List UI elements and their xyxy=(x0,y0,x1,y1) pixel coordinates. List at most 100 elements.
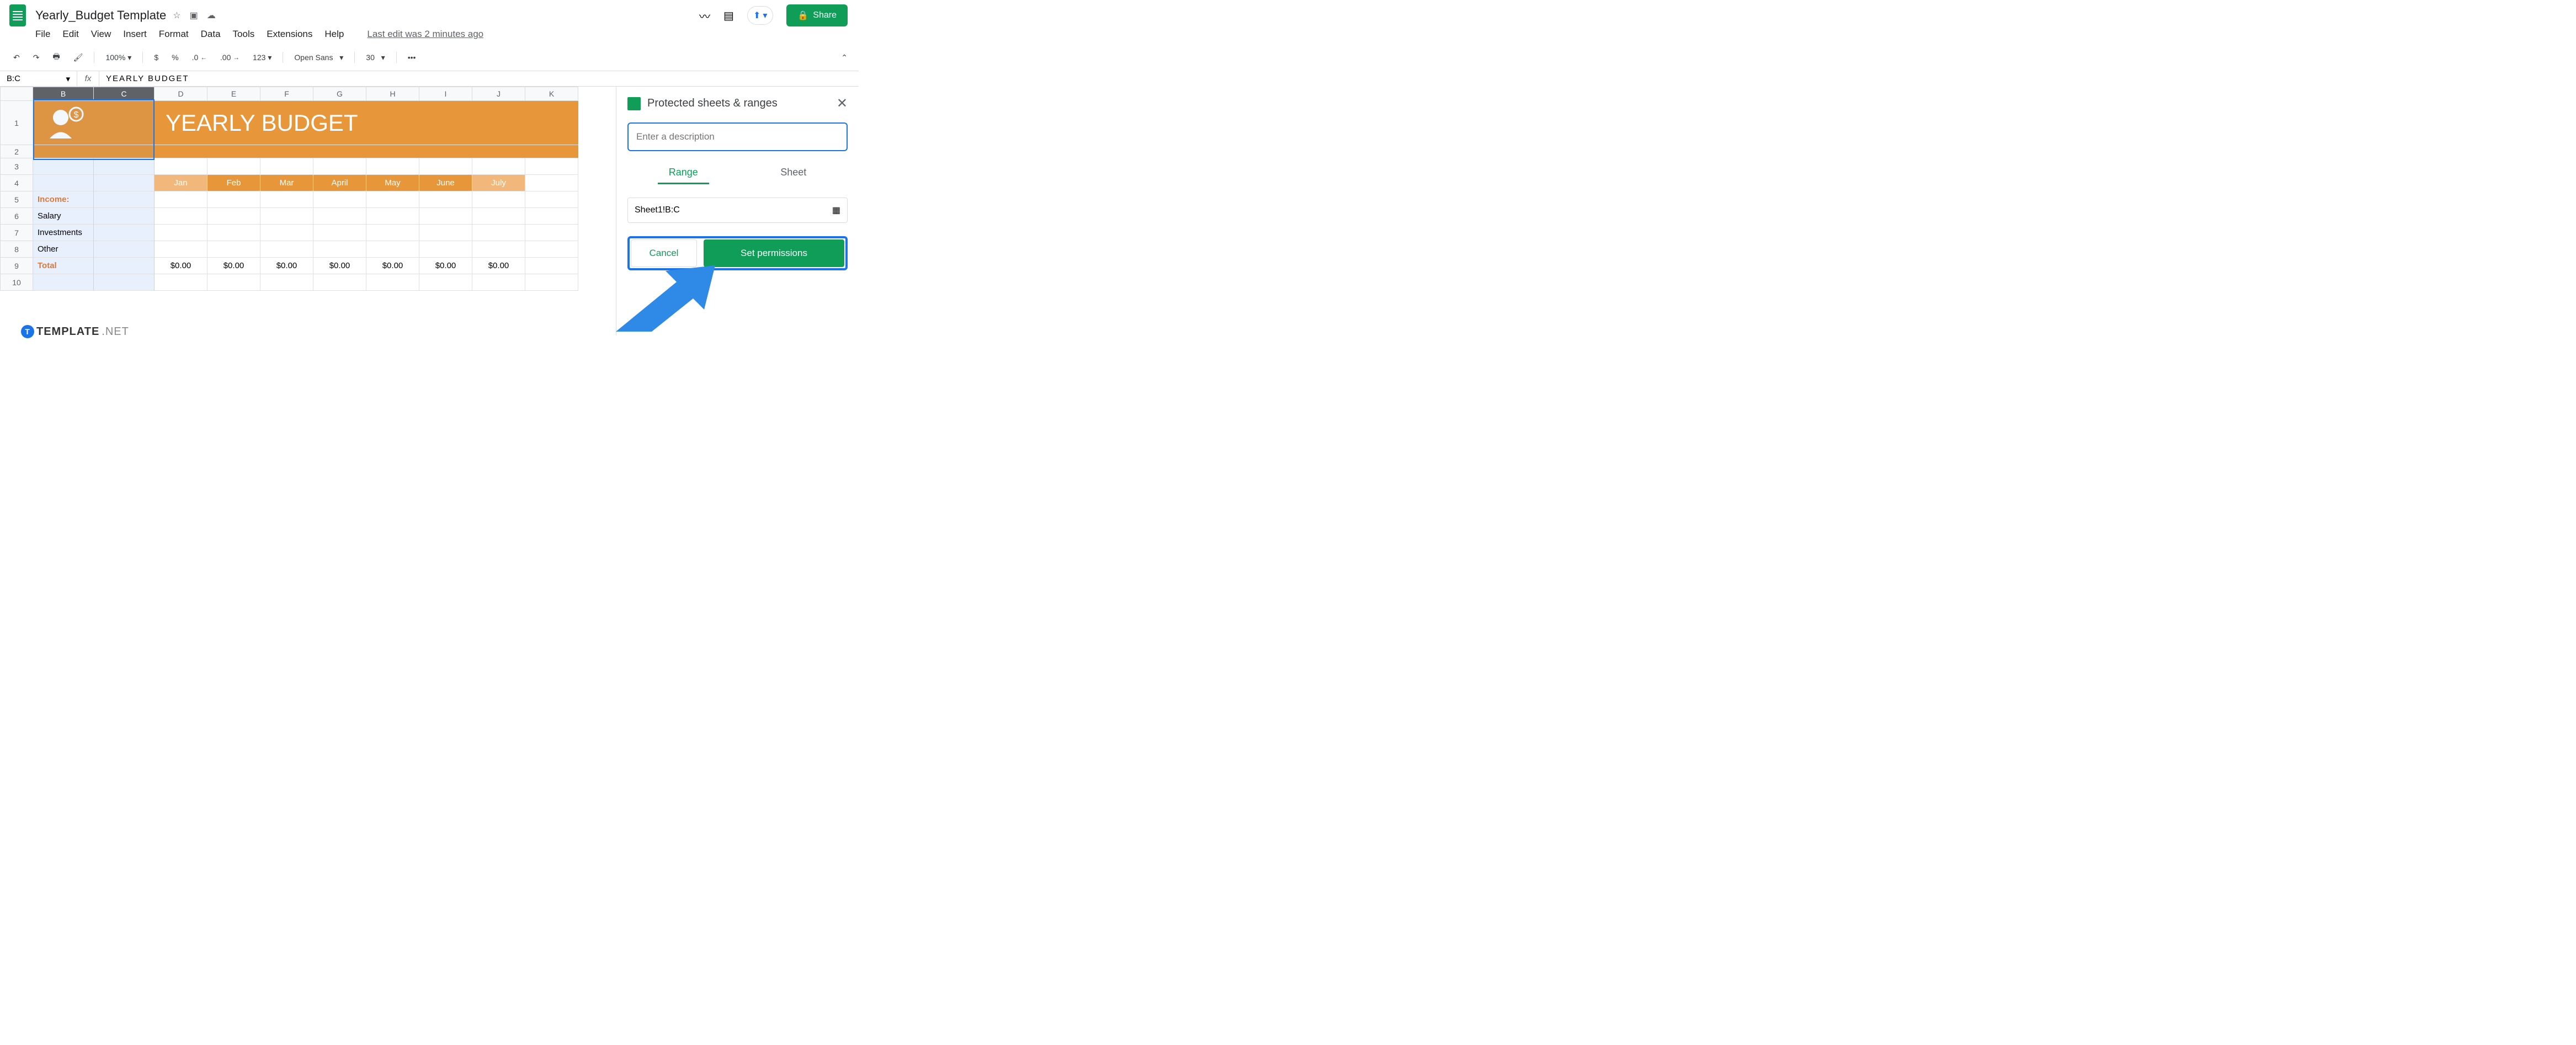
item-salary[interactable]: Salary xyxy=(33,208,94,225)
cell[interactable] xyxy=(33,175,94,191)
cell[interactable] xyxy=(207,225,260,241)
cell[interactable] xyxy=(525,208,578,225)
total-feb[interactable]: $0.00 xyxy=(207,258,260,274)
cell[interactable] xyxy=(313,225,366,241)
menu-view[interactable]: View xyxy=(91,29,111,40)
income-label[interactable]: Income: xyxy=(33,191,94,208)
font-size-select[interactable]: 30 ▾ xyxy=(364,51,387,65)
move-icon[interactable]: ▣ xyxy=(190,10,198,21)
cell[interactable] xyxy=(313,158,366,175)
cell[interactable] xyxy=(33,274,94,291)
cell[interactable] xyxy=(94,175,155,191)
percent-button[interactable]: % xyxy=(169,51,180,64)
range-input[interactable]: Sheet1!B:C ▦ xyxy=(627,198,848,223)
increase-decimal-button[interactable]: .00→ xyxy=(218,51,242,64)
cell[interactable] xyxy=(313,274,366,291)
cell[interactable] xyxy=(207,158,260,175)
cell[interactable] xyxy=(366,158,419,175)
cell[interactable] xyxy=(419,208,472,225)
row-header-5[interactable]: 5 xyxy=(0,191,33,208)
formula-value[interactable]: YEARLY BUDGET xyxy=(99,74,195,83)
total-jan[interactable]: $0.00 xyxy=(155,258,207,274)
col-header-i[interactable]: I xyxy=(419,87,472,101)
total-mar[interactable]: $0.00 xyxy=(260,258,313,274)
menu-help[interactable]: Help xyxy=(324,29,344,40)
row-header-6[interactable]: 6 xyxy=(0,208,33,225)
cell[interactable] xyxy=(419,158,472,175)
tab-range[interactable]: Range xyxy=(658,162,709,184)
cell[interactable] xyxy=(472,208,525,225)
description-input[interactable] xyxy=(627,122,848,151)
cell[interactable] xyxy=(33,158,94,175)
total-apr[interactable]: $0.00 xyxy=(313,258,366,274)
cell[interactable] xyxy=(207,274,260,291)
comments-icon[interactable]: ▤ xyxy=(723,9,734,23)
cell[interactable] xyxy=(366,225,419,241)
cell[interactable] xyxy=(419,241,472,258)
cell[interactable] xyxy=(525,191,578,208)
star-icon[interactable]: ☆ xyxy=(173,10,180,21)
cell[interactable] xyxy=(525,225,578,241)
document-title[interactable]: Yearly_Budget Template xyxy=(35,8,166,23)
cell[interactable] xyxy=(155,274,207,291)
cell[interactable] xyxy=(525,241,578,258)
print-icon[interactable]: 🖶 xyxy=(50,49,62,66)
col-header-k[interactable]: K xyxy=(525,87,578,101)
col-header-g[interactable]: G xyxy=(313,87,366,101)
row-header-4[interactable]: 4 xyxy=(0,175,33,191)
cell[interactable] xyxy=(313,191,366,208)
cell[interactable] xyxy=(366,191,419,208)
redo-icon[interactable]: ↷ xyxy=(31,51,42,65)
format-123-button[interactable]: 123 ▾ xyxy=(251,51,274,65)
row-header-10[interactable]: 10 xyxy=(0,274,33,291)
currency-button[interactable]: $ xyxy=(152,51,161,64)
spreadsheet-grid[interactable]: B C D E F G H I J K 1 $ YEARLY BUDGET 2 … xyxy=(0,87,616,335)
row-header-2[interactable]: 2 xyxy=(0,145,33,158)
col-header-e[interactable]: E xyxy=(207,87,260,101)
cell[interactable] xyxy=(313,241,366,258)
cell[interactable] xyxy=(472,191,525,208)
menu-edit[interactable]: Edit xyxy=(62,29,78,40)
cell[interactable] xyxy=(155,158,207,175)
row-header-9[interactable]: 9 xyxy=(0,258,33,274)
col-header-f[interactable]: F xyxy=(260,87,313,101)
share-button[interactable]: 🔒 Share xyxy=(786,4,848,26)
col-header-b[interactable]: B xyxy=(33,87,94,101)
col-header-j[interactable]: J xyxy=(472,87,525,101)
decrease-decimal-button[interactable]: .0← xyxy=(190,51,209,64)
last-edit-link[interactable]: Last edit was 2 minutes ago xyxy=(367,29,483,40)
cell[interactable] xyxy=(366,241,419,258)
close-icon[interactable]: ✕ xyxy=(837,95,848,111)
cell[interactable] xyxy=(94,225,155,241)
row-header-8[interactable]: 8 xyxy=(0,241,33,258)
menu-insert[interactable]: Insert xyxy=(123,29,147,40)
month-jan[interactable]: Jan xyxy=(155,175,207,191)
total-jun[interactable]: $0.00 xyxy=(419,258,472,274)
cell[interactable] xyxy=(525,258,578,274)
cell[interactable] xyxy=(260,225,313,241)
cell[interactable] xyxy=(94,158,155,175)
font-select[interactable]: Open Sans ▾ xyxy=(292,51,345,65)
cell[interactable] xyxy=(260,274,313,291)
cell[interactable] xyxy=(366,274,419,291)
banner-title-cell[interactable]: $ YEARLY BUDGET xyxy=(33,101,578,145)
cell[interactable] xyxy=(472,241,525,258)
row-header-3[interactable]: 3 xyxy=(0,158,33,175)
cell[interactable] xyxy=(472,274,525,291)
cell[interactable] xyxy=(419,274,472,291)
month-apr[interactable]: April xyxy=(313,175,366,191)
more-tools-button[interactable]: ••• xyxy=(406,51,418,64)
cell[interactable] xyxy=(94,191,155,208)
cell[interactable] xyxy=(260,241,313,258)
month-jun[interactable]: June xyxy=(419,175,472,191)
collapse-toolbar-icon[interactable]: ⌃ xyxy=(841,53,848,62)
total-jul[interactable]: $0.00 xyxy=(472,258,525,274)
cell[interactable] xyxy=(94,258,155,274)
cell[interactable] xyxy=(472,225,525,241)
cell[interactable] xyxy=(525,158,578,175)
zoom-select[interactable]: 100% ▾ xyxy=(103,51,134,65)
menu-extensions[interactable]: Extensions xyxy=(267,29,312,40)
month-may[interactable]: May xyxy=(366,175,419,191)
banner-row2[interactable] xyxy=(33,145,578,158)
cell[interactable] xyxy=(260,208,313,225)
